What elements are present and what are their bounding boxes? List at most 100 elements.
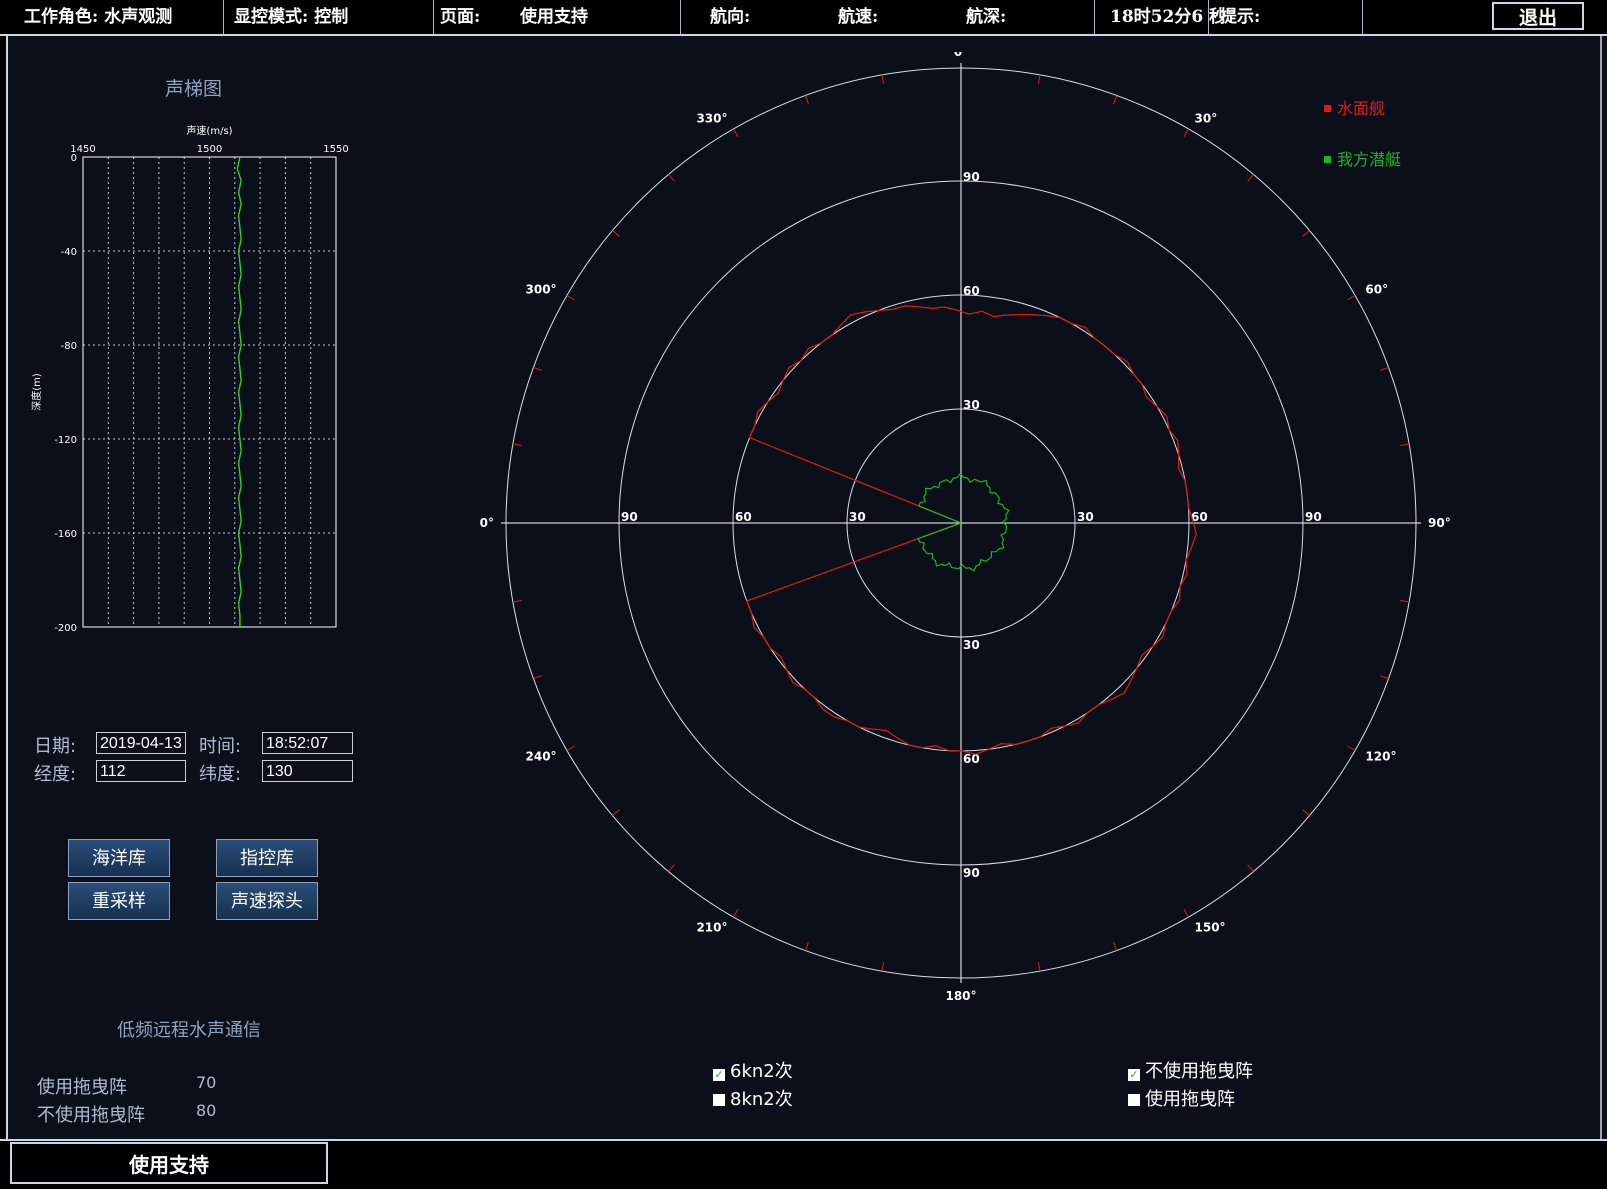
bearing-label: 0° — [954, 52, 968, 59]
option-label: 6kn2次 — [730, 1061, 793, 1082]
range-label: 90 — [621, 510, 638, 524]
speed-label: 航速: — [838, 7, 879, 27]
bearing-tick — [1113, 941, 1118, 951]
bearing-tick — [804, 95, 809, 105]
legend-item-own-sub: 我方潜艇 — [1324, 146, 1401, 170]
bearing-tick — [1113, 95, 1118, 105]
sound-profile-title: 声梯图 — [165, 78, 223, 100]
bearing-tick — [1183, 128, 1189, 138]
left-border — [0, 36, 8, 1139]
bearing-tick — [533, 366, 543, 371]
bearing-tick — [1379, 366, 1389, 371]
top-status-bar: 工作角色: 水声观测 显控模式: 控制 页面: 使用支持 航向: 航速: 航深:… — [0, 0, 1607, 36]
range-label: 30 — [849, 510, 866, 524]
time-field[interactable]: 18:52:07 — [262, 732, 353, 754]
bearing-tick — [566, 745, 576, 751]
bearing-tick — [668, 174, 675, 182]
divider — [1362, 0, 1363, 34]
x-axis-label: 声速(m/s) — [186, 124, 232, 137]
legend-label: 我方潜艇 — [1337, 150, 1402, 169]
hint-label: 提示: — [1220, 7, 1261, 27]
y-tick-label: -40 — [61, 247, 77, 258]
depth-label: 航深: — [966, 7, 1007, 27]
legend-label: 水面舰 — [1337, 99, 1386, 118]
bearing-tick — [566, 295, 576, 301]
command-db-button[interactable]: 指控库 — [216, 839, 318, 877]
bearing-tick — [1037, 962, 1041, 972]
x-tick-label: 1550 — [323, 144, 348, 155]
bearing-tick — [1302, 230, 1310, 237]
option-8kn-checkbox[interactable]: 8kn2次 — [713, 1088, 793, 1112]
y-tick-label: -160 — [54, 529, 77, 540]
own-sub-contour — [917, 472, 1010, 572]
sound-probe-button[interactable]: 声速探头 — [216, 882, 318, 920]
checkbox-unchecked-icon[interactable] — [1128, 1094, 1140, 1106]
surface-ship-contour — [746, 305, 1197, 755]
comm-row-value: 80 — [196, 1101, 217, 1120]
checkbox-unchecked-icon[interactable] — [713, 1094, 725, 1106]
bearing-tick — [1346, 295, 1356, 301]
range-label: 90 — [963, 866, 980, 880]
range-label: 30 — [1077, 510, 1094, 524]
date-field[interactable]: 2019-04-13 — [96, 732, 186, 754]
legend-swatch — [1324, 156, 1331, 163]
comm-row-value: 70 — [196, 1073, 217, 1092]
bearing-tick — [1247, 864, 1254, 872]
y-tick-label: -200 — [54, 623, 77, 634]
bearing-tick — [733, 128, 739, 138]
option-no-towed-array-checkbox[interactable]: ✓ 不使用拖曳阵 — [1128, 1060, 1253, 1084]
bearing-tick — [733, 908, 739, 918]
bearing-label: 150° — [1195, 920, 1226, 934]
comm-title: 低频远程水声通信 — [117, 1020, 261, 1041]
range-label: 60 — [963, 284, 980, 298]
bearing-tick — [612, 809, 620, 816]
right-border — [1600, 36, 1607, 1139]
divider — [1208, 0, 1209, 34]
bearing-label: 120° — [1365, 750, 1396, 764]
polar-range-chart: 0° 30° 60° 90° 120° 150° 180° 210° 240° 270° 300° 3… — [480, 52, 1451, 1003]
range-label: 60 — [735, 510, 752, 524]
bearing-tick — [1302, 809, 1310, 816]
x-tick-label: 1450 — [70, 144, 95, 155]
tab-usage-support[interactable]: 使用支持 — [10, 1142, 328, 1184]
bearing-tick — [804, 941, 809, 951]
bearing-label: 330° — [696, 112, 727, 126]
bearing-tick — [1400, 599, 1410, 603]
legend-swatch — [1324, 105, 1331, 112]
y-tick-label: -120 — [54, 435, 77, 446]
divider — [223, 0, 224, 34]
range-label: 30 — [963, 398, 980, 412]
divider — [1094, 0, 1095, 34]
range-label: 90 — [1305, 510, 1322, 524]
checkbox-checked-icon[interactable]: ✓ — [713, 1069, 725, 1081]
y-tick-label: -80 — [61, 341, 77, 352]
bearing-label: 210° — [696, 920, 727, 934]
bearing-tick — [533, 675, 543, 680]
x-tick-label: 1500 — [197, 144, 222, 155]
y-axis-label: 深度(m) — [30, 373, 43, 411]
bearing-label: 60° — [1365, 283, 1388, 297]
option-towed-array-checkbox[interactable]: 使用拖曳阵 — [1128, 1088, 1235, 1112]
bearing-tick — [1400, 443, 1410, 447]
bearing-label: 30° — [1195, 112, 1218, 126]
mode-label: 显控模式: 控制 — [234, 7, 349, 27]
sound-profile-chart: 声速(m/s)深度(m)0-40-80-120-160-2001450 1500 1… — [30, 124, 349, 634]
resample-button[interactable]: 重采样 — [68, 882, 170, 920]
bearing-tick — [1379, 675, 1389, 680]
exit-button[interactable]: 退出 — [1492, 2, 1584, 30]
bearing-tick — [668, 864, 675, 872]
checkbox-checked-icon[interactable]: ✓ — [1128, 1069, 1140, 1081]
role-label: 工作角色: 水声观测 — [24, 7, 173, 27]
comm-row-label: 使用拖曳阵 — [37, 1077, 127, 1098]
bearing-tick — [881, 74, 885, 84]
bearing-label: 270° — [480, 516, 494, 530]
bearing-tick — [881, 962, 885, 972]
time-label: 时间: — [199, 736, 242, 757]
page-label: 页面: — [440, 7, 481, 27]
latitude-field[interactable]: 130 — [262, 760, 353, 782]
longitude-field[interactable]: 112 — [96, 760, 186, 782]
option-label: 8kn2次 — [730, 1089, 793, 1110]
option-6kn-checkbox[interactable]: ✓ 6kn2次 — [713, 1060, 793, 1084]
divider — [433, 0, 434, 34]
ocean-db-button[interactable]: 海洋库 — [68, 839, 170, 877]
